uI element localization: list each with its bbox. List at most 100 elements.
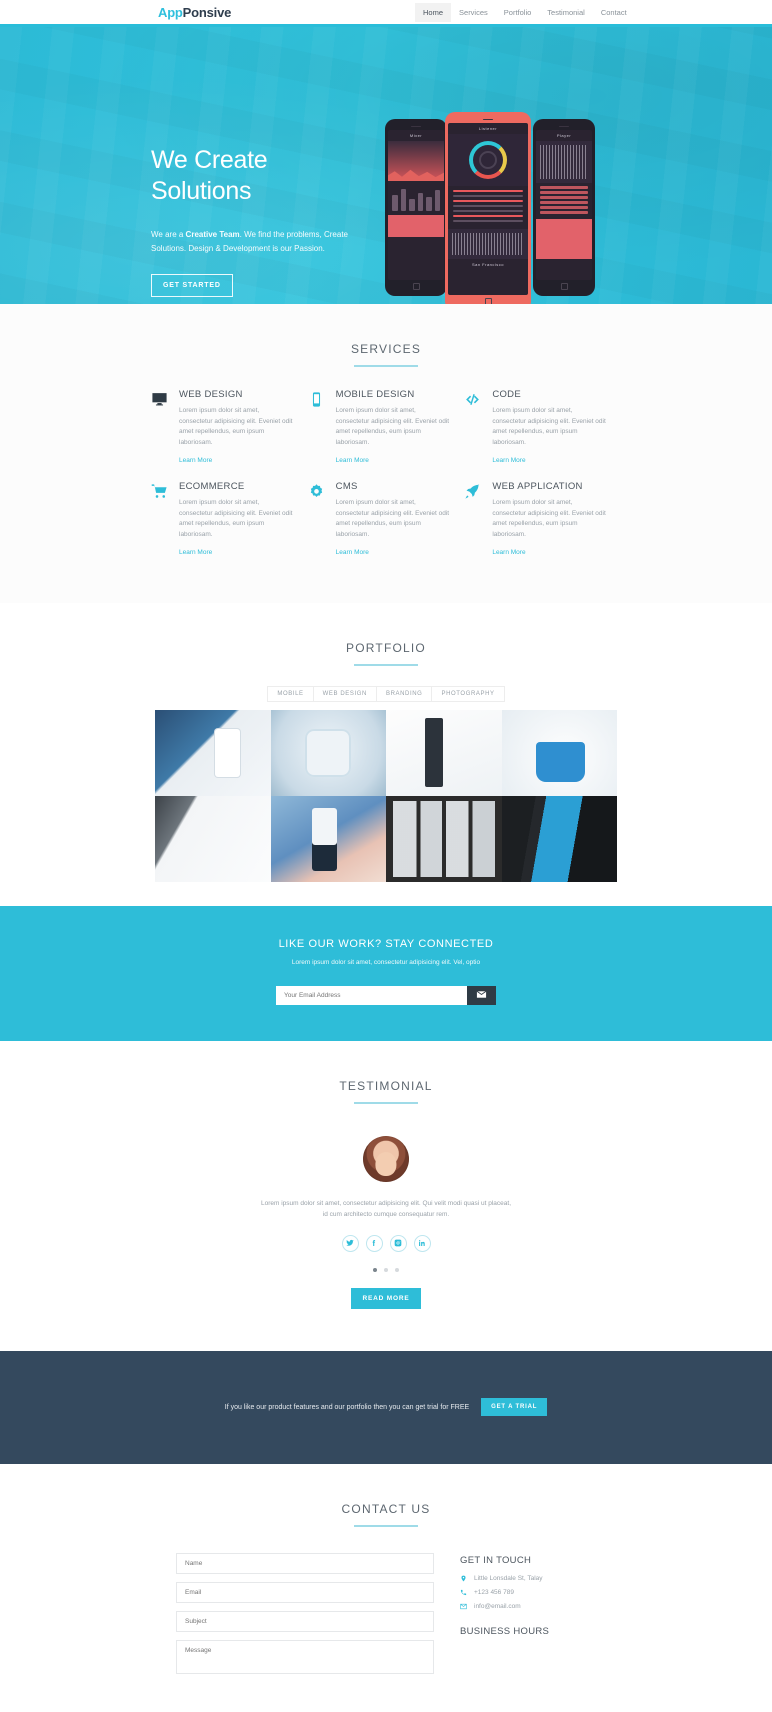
service-card-mobile-design[interactable]: MOBILE DESIGN Lorem ipsum dolor sit amet…: [308, 389, 465, 467]
newsletter-title: LIKE OUR WORK? STAY CONNECTED: [278, 937, 494, 950]
nav-item-testimonial[interactable]: Testimonial: [539, 3, 593, 22]
filter-branding[interactable]: BRANDING: [375, 685, 432, 702]
phone-right-list: [536, 183, 592, 219]
portfolio-item-phone-in-hand-speedometer[interactable]: [270, 795, 386, 882]
trial-cta-text: If you like our product features and our…: [224, 1403, 470, 1411]
phone-center-title: Listener: [478, 126, 498, 131]
mobile-icon: [308, 389, 328, 467]
get-a-trial-button[interactable]: GET A TRIAL: [481, 1398, 548, 1416]
portfolio-item-toolbox-illustration[interactable]: [501, 709, 617, 796]
nav-item-services[interactable]: Services: [451, 3, 496, 22]
rocket-icon: [464, 481, 484, 559]
twitter-icon[interactable]: [341, 1234, 359, 1252]
newsletter-submit-button[interactable]: [467, 985, 496, 1005]
portfolio-item-tablet-blue-app[interactable]: [501, 795, 617, 882]
contact-email-value: info@email.com: [474, 1602, 521, 1610]
read-more-button[interactable]: READ MORE: [350, 1287, 422, 1309]
desktop-icon: [151, 389, 171, 467]
service-card-ecommerce[interactable]: ECOMMERCE Lorem ipsum dolor sit amet, co…: [151, 481, 308, 559]
nav-item-contact[interactable]: Contact: [593, 3, 635, 22]
phone-icon: [460, 1589, 468, 1596]
phone-right-title: Player: [556, 133, 572, 138]
filter-web-design[interactable]: WEB DESIGN: [312, 685, 376, 702]
nav-item-home[interactable]: Home: [415, 2, 452, 22]
filter-photography[interactable]: PHOTOGRAPHY: [431, 685, 505, 702]
envelope-icon: [460, 1603, 468, 1610]
hero-text-block: We Create Solutions We are a Creative Te…: [151, 145, 381, 297]
site-logo[interactable]: AppPonsive: [158, 5, 231, 20]
logo-first-part: App: [158, 4, 183, 20]
testimonial-title: TESTIMONIAL: [339, 1078, 433, 1093]
subject-field[interactable]: [176, 1610, 434, 1632]
instagram-icon[interactable]: [389, 1234, 407, 1252]
linkedin-icon[interactable]: [413, 1234, 431, 1252]
service-card-cms[interactable]: CMS Lorem ipsum dolor sit amet, consecte…: [308, 481, 465, 559]
facebook-icon[interactable]: [365, 1234, 383, 1252]
email-input[interactable]: [276, 985, 467, 1005]
newsletter-subtitle: Lorem ipsum dolor sit amet, consectetur …: [291, 958, 481, 966]
service-body: Lorem ipsum dolor sit amet, consectetur …: [335, 498, 450, 539]
service-learn-more-link[interactable]: Learn More: [492, 457, 525, 464]
service-card-web-design[interactable]: WEB DESIGN Lorem ipsum dolor sit amet, c…: [151, 389, 308, 467]
gear-icon: [308, 481, 328, 559]
top-navbar: AppPonsive Home Services Portfolio Testi…: [0, 0, 772, 27]
testimonial-title-rule: [354, 1101, 418, 1104]
service-body: Lorem ipsum dolor sit amet, consectetur …: [179, 498, 293, 539]
service-title: CMS: [335, 480, 358, 492]
service-learn-more-link[interactable]: Learn More: [179, 549, 212, 556]
service-learn-more-link[interactable]: Learn More: [179, 457, 212, 464]
portfolio-item-tablet-dashboard[interactable]: [155, 795, 271, 882]
portfolio-item-medical-app-icon[interactable]: [270, 709, 386, 796]
portfolio-section: PORTFOLIO MOBILE WEB DESIGN BRANDING PHO…: [0, 602, 772, 906]
service-learn-more-link[interactable]: Learn More: [336, 549, 369, 556]
carousel-dot-2[interactable]: [384, 1267, 388, 1272]
hero-subtext-strong: Creative Team: [185, 230, 240, 239]
testimonial-carousel-dots: [0, 1267, 772, 1272]
phone-right-speaker: [536, 123, 592, 130]
name-field[interactable]: [176, 1552, 434, 1574]
filter-mobile[interactable]: MOBILE: [267, 685, 313, 702]
contact-address-row: Little Lonsdale St, Talay: [460, 1575, 596, 1582]
phone-left-home-button: [388, 280, 444, 292]
portfolio-item-dashboard-ui-kit[interactable]: [386, 709, 502, 796]
contact-title-rule: [354, 1524, 418, 1527]
logo-second-part: Ponsive: [182, 4, 232, 20]
contact-header: CONTACT US: [0, 1464, 772, 1527]
phone-center: Listener San Francisco: [445, 112, 531, 304]
message-field[interactable]: [176, 1639, 434, 1674]
hero-subtext-pre: We are a: [151, 230, 186, 239]
phone-center-equalizer: [448, 186, 528, 229]
code-icon: [464, 389, 484, 467]
contact-phone-row: +123 456 789: [460, 1589, 596, 1596]
service-card-web-application[interactable]: WEB APPLICATION Lorem ipsum dolor sit am…: [464, 481, 621, 559]
nav-item-portfolio[interactable]: Portfolio: [496, 3, 540, 22]
cart-icon: [151, 481, 171, 559]
portfolio-item-close-app-website[interactable]: [155, 709, 271, 796]
get-started-button[interactable]: GET STARTED: [151, 274, 233, 297]
phone-center-screen: Listener San Francisco: [448, 123, 528, 295]
service-body: Lorem ipsum dolor sit amet, consectetur …: [492, 498, 606, 539]
envelope-icon: [476, 988, 487, 1003]
phone-center-dial: [448, 134, 528, 186]
service-title: CODE: [492, 389, 521, 400]
service-body: Lorem ipsum dolor sit amet, consectetur …: [179, 407, 293, 447]
phone-left: Mixer: [385, 119, 447, 296]
carousel-dot-3[interactable]: [395, 1267, 399, 1272]
services-header: SERVICES: [0, 304, 772, 367]
get-in-touch-title: GET IN TOUCH: [460, 1554, 532, 1566]
services-title-rule: [354, 365, 418, 367]
service-title: MOBILE DESIGN: [335, 389, 415, 400]
phone-left-footer: [388, 215, 444, 237]
newsletter-form: [276, 985, 496, 1005]
carousel-dot-1[interactable]: [373, 1267, 377, 1272]
email-field[interactable]: [176, 1581, 434, 1603]
portfolio-item-photo-grid-layout[interactable]: [386, 795, 502, 882]
service-learn-more-link[interactable]: Learn More: [336, 457, 369, 464]
avatar: [363, 1135, 409, 1182]
service-learn-more-link[interactable]: Learn More: [492, 549, 525, 556]
phone-center-home-button: [448, 295, 528, 304]
service-card-code[interactable]: CODE Lorem ipsum dolor sit amet, consect…: [464, 389, 621, 467]
phone-left-wave: [388, 141, 444, 181]
main-navigation: Home Services Portfolio Testimonial Cont…: [415, 2, 635, 22]
phone-center-graph: [448, 229, 528, 259]
